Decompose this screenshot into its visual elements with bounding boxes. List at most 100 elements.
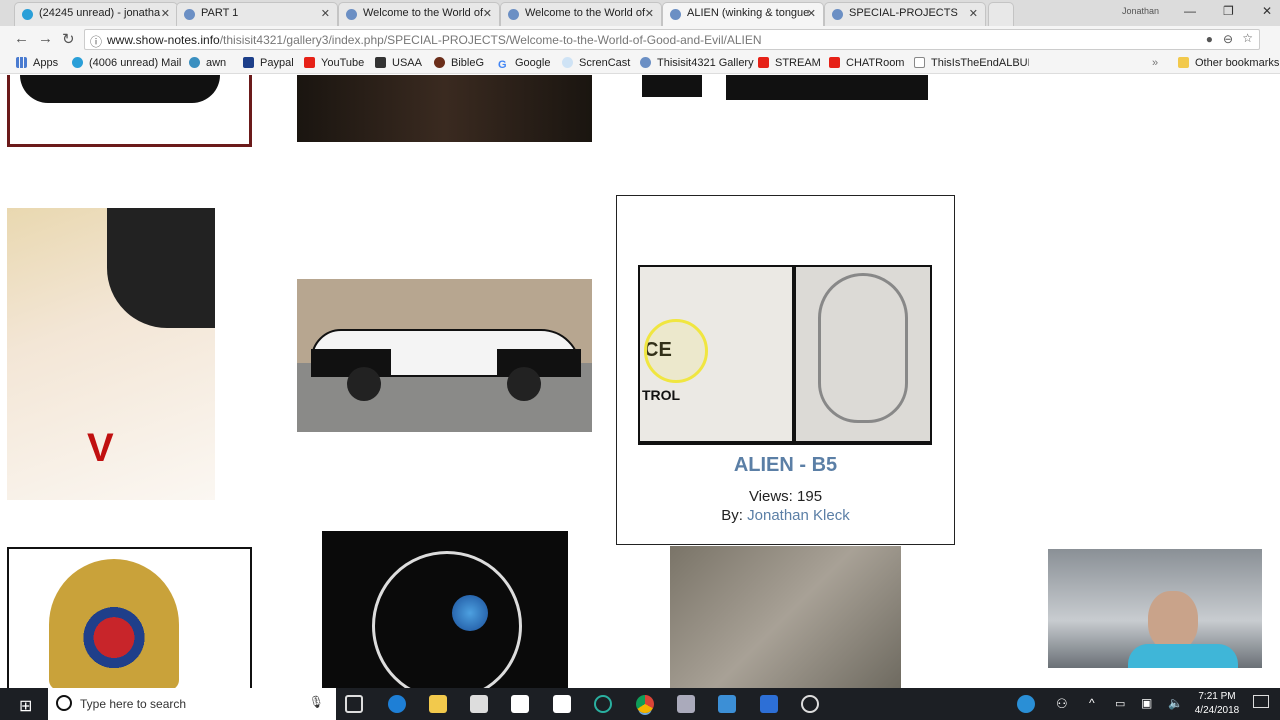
- page-icon: [914, 57, 925, 68]
- gallery-thumb[interactable]: [642, 75, 702, 97]
- bookmark-awn[interactable]: awn: [189, 57, 226, 69]
- tab-mail[interactable]: (24245 unread) - jonatha ✕: [14, 2, 178, 26]
- clock-time[interactable]: 7:21 PM: [1195, 691, 1239, 702]
- paint-icon[interactable]: [718, 695, 736, 713]
- close-tab-icon[interactable]: ✕: [321, 7, 330, 20]
- close-tab-icon[interactable]: ✕: [807, 7, 816, 20]
- bookmark-youtube[interactable]: YouTube: [304, 57, 364, 69]
- gallery-icon: [670, 9, 681, 20]
- author-link[interactable]: Jonathan Kleck: [747, 507, 850, 524]
- tab-bar: (24245 unread) - jonatha ✕ PART 1 ✕ Welcom…: [0, 0, 1280, 26]
- forward-icon[interactable]: →: [38, 30, 53, 47]
- bookmark-chatroom[interactable]: CHATRoom: [829, 57, 904, 69]
- youtube-icon: [304, 57, 315, 68]
- youtube-icon: [758, 57, 769, 68]
- new-tab-button[interactable]: [988, 2, 1014, 26]
- youtube-icon: [829, 57, 840, 68]
- gallery-thumb-v-poster[interactable]: V: [7, 208, 215, 500]
- info-icon: ⓘ: [90, 35, 103, 49]
- other-bookmarks[interactable]: Other bookmarks: [1178, 57, 1279, 69]
- app-icon[interactable]: [677, 695, 695, 713]
- awn-icon: [189, 57, 200, 68]
- gallery-thumb[interactable]: [7, 75, 252, 147]
- close-tab-icon[interactable]: ✕: [161, 7, 170, 20]
- file-explorer-icon[interactable]: [429, 695, 447, 713]
- google-icon: G: [498, 59, 507, 71]
- minimize-button[interactable]: —: [1184, 4, 1196, 18]
- star-icon[interactable]: ☆: [1242, 31, 1253, 45]
- tab-alien[interactable]: ALIEN (winking & tongue ✕: [662, 2, 824, 26]
- cortana-icon: [56, 695, 72, 711]
- cursor-highlight: [644, 319, 708, 383]
- amazon-icon[interactable]: [553, 695, 571, 713]
- close-tab-icon[interactable]: ✕: [969, 7, 978, 20]
- bible-icon: [434, 57, 445, 68]
- back-icon[interactable]: ←: [14, 30, 29, 47]
- store-icon[interactable]: [470, 695, 488, 713]
- gallery-icon: [508, 9, 519, 20]
- bookmark-mail[interactable]: (4006 unread) Mail: [72, 57, 181, 69]
- edge-icon[interactable]: [388, 695, 406, 713]
- arduino-icon[interactable]: [594, 695, 612, 713]
- gallery-icon: [832, 9, 843, 20]
- close-tab-icon[interactable]: ✕: [645, 7, 654, 20]
- taskbar: ⊞ Type here to search 🎙 ⚇ ^ ▭ ▣ 🔈 7:21 P…: [0, 688, 1280, 720]
- taskbar-search-input[interactable]: Type here to search 🎙: [48, 688, 336, 720]
- apps-grid-icon: [16, 57, 27, 68]
- tab-special-projects[interactable]: SPECIAL-PROJECTS ✕: [824, 2, 986, 26]
- gallery-thumb-stone[interactable]: [670, 546, 901, 688]
- profile-name[interactable]: Jonathan: [1122, 6, 1159, 16]
- dropbox-icon[interactable]: [511, 695, 529, 713]
- bookmark-usaa[interactable]: USAA: [375, 57, 422, 69]
- item-title[interactable]: ALIEN - B5: [617, 454, 954, 477]
- battery-icon[interactable]: ▭: [1115, 697, 1125, 710]
- windows-start-icon[interactable]: ⊞: [19, 696, 32, 716]
- gallery-thumb-emblem[interactable]: [7, 547, 252, 690]
- bookmark-stream[interactable]: STREAM: [758, 57, 821, 69]
- alien-b5-image[interactable]: CE TROL: [638, 265, 932, 445]
- recorder-icon[interactable]: [801, 695, 819, 713]
- bookmark-apps[interactable]: Apps: [16, 57, 58, 69]
- tab-part1[interactable]: PART 1 ✕: [176, 2, 338, 26]
- url-input[interactable]: ⓘ www.show-notes.info/thisisit4321/galle…: [84, 29, 1260, 50]
- gallery-item-card[interactable]: CE TROL ALIEN - B5 Views: 195 By: Jonath…: [616, 195, 955, 545]
- bookmark-gallery[interactable]: Thisisit4321 Gallery: [640, 57, 754, 69]
- tab-welcome-1[interactable]: Welcome to the World of ✕: [338, 2, 500, 26]
- chrome-icon[interactable]: [636, 695, 654, 713]
- gallery-thumb-police-car[interactable]: [297, 279, 592, 432]
- item-author: By: Jonathan Kleck: [721, 507, 850, 524]
- bookmark-paypal[interactable]: Paypal: [243, 57, 294, 69]
- task-view-icon[interactable]: [345, 695, 363, 713]
- screencast-icon: [562, 57, 573, 68]
- bookmark-google[interactable]: G Google: [498, 57, 550, 71]
- gallery-icon: [346, 9, 357, 20]
- volume-icon[interactable]: 🔈: [1168, 696, 1183, 710]
- close-tab-icon[interactable]: ✕: [483, 7, 492, 20]
- microphone-icon[interactable]: 🎙: [309, 695, 324, 709]
- bookmarks-bar: Apps (4006 unread) Mail awn Paypal YouTu…: [0, 52, 1280, 74]
- chevron-up-icon[interactable]: ^: [1089, 696, 1095, 710]
- globe-icon: [22, 9, 33, 20]
- gallery-thumb[interactable]: [297, 75, 592, 142]
- att-icon: [72, 57, 83, 68]
- gallery-thumb[interactable]: [726, 75, 928, 100]
- bookmark-screencast[interactable]: ScrenCast: [562, 57, 630, 69]
- bookmarks-overflow[interactable]: »: [1152, 57, 1158, 69]
- help-icon[interactable]: [1017, 695, 1035, 713]
- mail-app-icon[interactable]: [760, 695, 778, 713]
- network-icon[interactable]: ▣: [1141, 696, 1152, 710]
- restore-button[interactable]: ❐: [1223, 4, 1234, 18]
- reload-icon[interactable]: ↻: [62, 30, 75, 48]
- usaa-icon: [375, 57, 386, 68]
- people-icon[interactable]: ⚇: [1056, 696, 1068, 712]
- gallery-icon: [184, 9, 195, 20]
- close-window-button[interactable]: ✕: [1262, 4, 1272, 18]
- zoom-icon[interactable]: ⊖: [1223, 32, 1233, 46]
- notifications-icon[interactable]: [1253, 695, 1269, 708]
- bookmark-bibleg[interactable]: BibleG: [434, 57, 484, 69]
- extension-icon[interactable]: ●: [1206, 32, 1213, 46]
- gallery-thumb-globe[interactable]: [322, 531, 568, 701]
- bookmark-album[interactable]: ThisIsTheEndALBUM: [914, 57, 1029, 69]
- clock-date[interactable]: 4/24/2018: [1192, 705, 1242, 716]
- tab-welcome-2[interactable]: Welcome to the World of ✕: [500, 2, 662, 26]
